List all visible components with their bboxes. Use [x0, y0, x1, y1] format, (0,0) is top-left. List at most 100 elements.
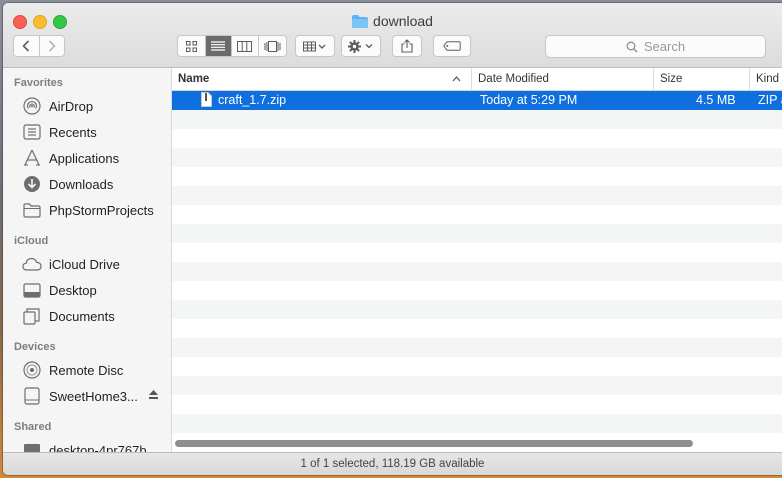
column-header-name[interactable]: Name [172, 68, 472, 90]
empty-row [172, 357, 782, 376]
column-headers: Name Date Modified Size Kind [172, 68, 782, 91]
sidebar-heading-shared: Shared [14, 421, 52, 433]
sidebar-item-label: PhpStormProjects [49, 202, 154, 218]
empty-row [172, 319, 782, 338]
applications-icon [21, 148, 43, 168]
back-button[interactable] [14, 36, 40, 56]
airdrop-icon [21, 96, 43, 116]
empty-row [172, 205, 782, 224]
folder-icon [352, 15, 369, 31]
sidebar-item-label: desktop-4pr767b [49, 442, 147, 453]
sidebar-item-label: iCloud Drive [49, 256, 120, 272]
file-size: 4.5 MB [696, 93, 736, 107]
finder-window: download Search Favorites AirDrop Recent… [3, 3, 782, 475]
file-rows: craft_1.7.zip Today at 5:29 PM 4.5 MB ZI… [172, 91, 782, 452]
window-title-bar: download [3, 13, 782, 31]
sidebar-item-remote-disc[interactable]: Remote Disc [3, 358, 171, 382]
cover-flow-icon [264, 40, 281, 52]
sidebar-item-label: Documents [49, 308, 115, 324]
empty-row [172, 338, 782, 357]
empty-row [172, 129, 782, 148]
sidebar: Favorites AirDrop Recents Applications D… [3, 68, 172, 452]
navigation-buttons [13, 35, 65, 57]
column-header-date-modified[interactable]: Date Modified [472, 68, 654, 90]
toolbar: download Search [3, 3, 782, 68]
action-button[interactable] [341, 35, 381, 57]
sidebar-item-label: Downloads [49, 176, 114, 192]
share-icon [401, 39, 413, 53]
search-icon [626, 41, 638, 52]
sidebar-item-label: Applications [49, 150, 120, 166]
sidebar-item-downloads[interactable]: Downloads [3, 172, 171, 196]
window-title: download [373, 13, 433, 29]
forward-button[interactable] [40, 36, 65, 56]
share-button[interactable] [392, 35, 422, 57]
empty-row [172, 224, 782, 243]
sidebar-heading-devices: Devices [14, 341, 56, 353]
file-date-modified: Today at 5:29 PM [480, 93, 578, 107]
empty-row [172, 186, 782, 205]
empty-row [172, 167, 782, 186]
column-header-date-label: Date Modified [478, 73, 549, 85]
empty-row [172, 110, 782, 129]
eject-icon[interactable] [148, 388, 159, 403]
empty-row [172, 395, 782, 414]
list-view-button[interactable] [205, 36, 233, 56]
column-header-size[interactable]: Size [654, 68, 750, 90]
sidebar-item-label: Recents [49, 124, 97, 140]
columns-icon [237, 40, 253, 52]
column-view-button[interactable] [232, 36, 259, 56]
sidebar-item-label: Remote Disc [49, 362, 124, 378]
sidebar-item-airdrop[interactable]: AirDrop [3, 94, 171, 118]
empty-row [172, 281, 782, 300]
disc-icon [21, 360, 43, 380]
zip-file-icon [201, 92, 212, 110]
column-header-size-label: Size [660, 73, 683, 85]
column-header-kind[interactable]: Kind [750, 68, 782, 90]
icon-view-button[interactable] [178, 36, 206, 56]
list-icon [211, 41, 226, 51]
chevron-left-icon [22, 40, 30, 52]
sidebar-item-phpstormprojects[interactable]: PhpStormProjects [3, 198, 171, 222]
sidebar-item-label: Desktop [49, 282, 97, 298]
sidebar-heading-icloud: iCloud [14, 235, 49, 247]
empty-row [172, 414, 782, 433]
tag-icon [443, 41, 461, 51]
cloud-icon [21, 254, 43, 274]
sort-ascending-icon [452, 76, 461, 82]
empty-row [172, 376, 782, 395]
edit-tags-button[interactable] [433, 35, 471, 57]
file-name: craft_1.7.zip [218, 93, 287, 107]
empty-row [172, 262, 782, 281]
empty-row [172, 148, 782, 167]
sidebar-item-icloud-drive[interactable]: iCloud Drive [3, 252, 171, 276]
status-text: 1 of 1 selected, 118.19 GB available [300, 458, 485, 470]
empty-row [172, 243, 782, 262]
horizontal-scrollbar[interactable] [175, 440, 693, 447]
column-header-name-label: Name [178, 73, 210, 85]
view-mode-control [177, 35, 287, 57]
gallery-view-button[interactable] [259, 36, 286, 56]
sidebar-item-applications[interactable]: Applications [3, 146, 171, 170]
chevron-right-icon [48, 40, 56, 52]
desktop-icon [21, 280, 43, 300]
drive-icon [21, 386, 43, 406]
group-icon [303, 41, 326, 51]
recents-icon [21, 122, 43, 142]
downloads-icon [21, 174, 43, 194]
sidebar-item-desktop[interactable]: Desktop [3, 278, 171, 302]
group-by-button[interactable] [295, 35, 335, 57]
sidebar-item-sweethome3d[interactable]: SweetHome3... [3, 384, 171, 408]
sidebar-heading-favorites: Favorites [14, 77, 63, 89]
sidebar-item-desktop-4pr767b[interactable]: desktop-4pr767b [3, 438, 171, 452]
sidebar-item-recents[interactable]: Recents [3, 120, 171, 144]
sidebar-item-documents[interactable]: Documents [3, 304, 171, 328]
file-kind: ZIP archive [758, 93, 782, 107]
documents-icon [21, 306, 43, 326]
folder-icon [21, 200, 43, 220]
table-row[interactable]: craft_1.7.zip Today at 5:29 PM 4.5 MB ZI… [172, 91, 782, 110]
status-bar: 1 of 1 selected, 118.19 GB available [3, 452, 782, 475]
search-field[interactable]: Search [545, 35, 766, 58]
empty-row [172, 300, 782, 319]
file-list: Name Date Modified Size Kind craft_1.7.z… [172, 68, 782, 452]
